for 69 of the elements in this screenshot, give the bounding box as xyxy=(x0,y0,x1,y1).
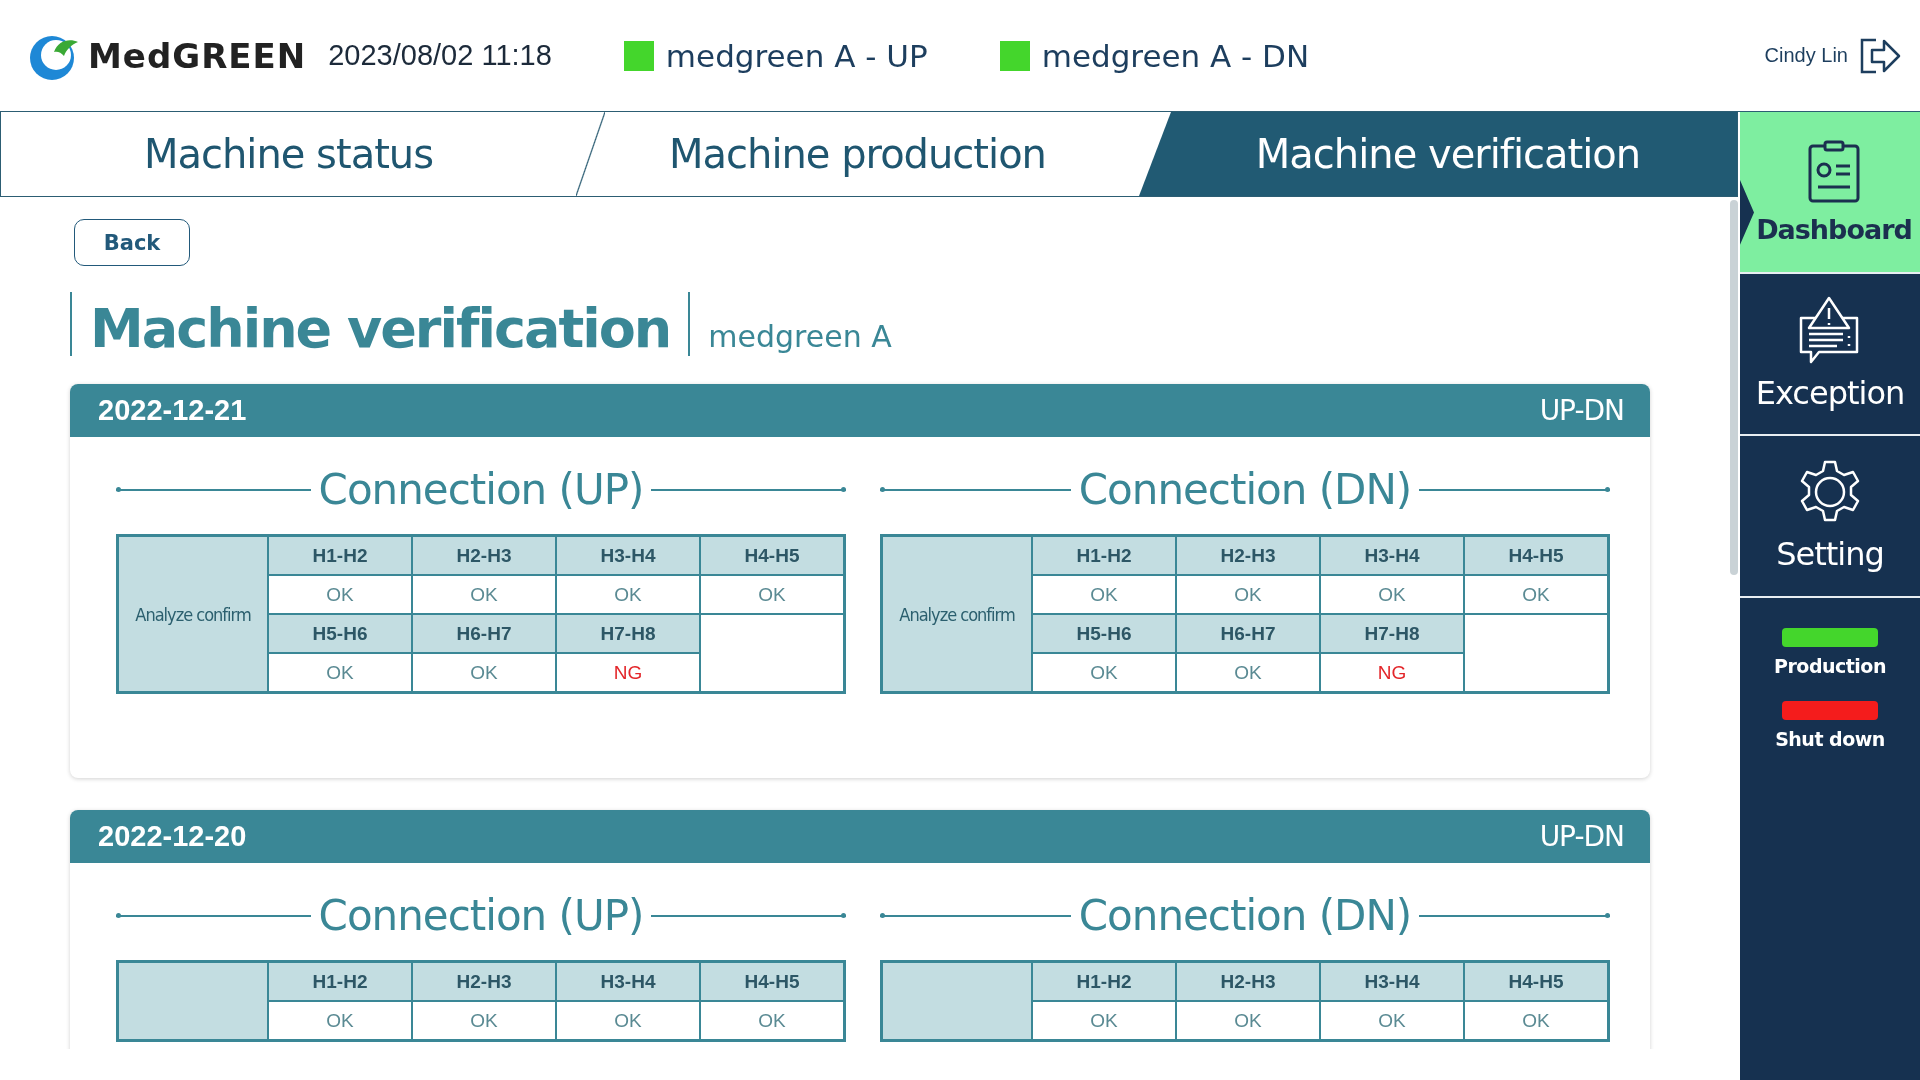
result-cell: OK xyxy=(413,1002,555,1039)
result-cell: NG xyxy=(1321,654,1463,691)
column-header: H2-H3 xyxy=(1177,963,1319,1000)
column-header: H2-H3 xyxy=(1177,537,1319,574)
column-header: H4-H5 xyxy=(701,963,843,1000)
column-header: H3-H4 xyxy=(557,963,699,1000)
card-direction: UP-DN xyxy=(1539,394,1624,427)
column-header: H1-H2 xyxy=(1033,537,1175,574)
section-title: Connection (UP) xyxy=(318,465,644,514)
result-cell: OK xyxy=(1033,1002,1175,1039)
column-header: H2-H3 xyxy=(413,537,555,574)
column-header: H4-H5 xyxy=(1465,963,1607,1000)
card-direction: UP-DN xyxy=(1539,820,1624,853)
column-header: H1-H2 xyxy=(1033,963,1175,1000)
machine-name: medgreen A - UP xyxy=(665,37,928,74)
sidebar-item[interactable]: Dashboard xyxy=(1740,112,1920,274)
result-cell: OK xyxy=(701,576,843,613)
tab[interactable]: Machine status xyxy=(1,112,576,196)
result-cell: OK xyxy=(1465,576,1607,613)
result-cell: OK xyxy=(1033,654,1175,691)
row-label: Analyze confirm xyxy=(119,537,267,691)
column-header: H3-H4 xyxy=(1321,537,1463,574)
logo-text: MedGREEN xyxy=(88,35,307,76)
result-cell: OK xyxy=(1177,576,1319,613)
column-header: H3-H4 xyxy=(1321,963,1463,1000)
page-title: Machine verification xyxy=(90,302,671,356)
card-date: 2022-12-20 xyxy=(98,820,247,853)
back-button[interactable]: Back xyxy=(74,219,190,266)
result-cell: OK xyxy=(269,654,411,691)
column-header: H7-H8 xyxy=(1321,615,1463,652)
result-cell: OK xyxy=(1033,576,1175,613)
row-label: Analyze confirm xyxy=(883,537,1031,691)
machine-name: medgreen A - DN xyxy=(1041,37,1310,74)
column-header: H1-H2 xyxy=(269,537,411,574)
result-cell: OK xyxy=(557,1002,699,1039)
date-time: 2023/08/02 11:18 xyxy=(328,39,552,72)
clipboard-icon xyxy=(1806,139,1862,204)
card-date: 2022-12-21 xyxy=(98,394,247,427)
section-title: Connection (DN) xyxy=(1078,891,1412,940)
result-cell: OK xyxy=(269,576,411,613)
legend-label: Production xyxy=(1774,655,1886,677)
result-cell: OK xyxy=(1177,654,1319,691)
column-header: H5-H6 xyxy=(269,615,411,652)
column-header: H3-H4 xyxy=(557,537,699,574)
section-title: Connection (DN) xyxy=(1078,465,1412,514)
column-header: H2-H3 xyxy=(413,963,555,1000)
column-header: H4-H5 xyxy=(701,537,843,574)
column-header: H6-H7 xyxy=(1177,615,1319,652)
result-cell: OK xyxy=(701,1002,843,1039)
result-cell: OK xyxy=(1321,1002,1463,1039)
result-cell: OK xyxy=(413,576,555,613)
result-cell: OK xyxy=(269,1002,411,1039)
tab[interactable]: Machine verification xyxy=(1139,112,1737,196)
column-header: H5-H6 xyxy=(1033,615,1175,652)
result-cell: OK xyxy=(557,576,699,613)
result-cell: OK xyxy=(1465,1002,1607,1039)
column-header: H7-H8 xyxy=(557,615,699,652)
result-cell: NG xyxy=(557,654,699,691)
column-header: H6-H7 xyxy=(413,615,555,652)
column-header: H1-H2 xyxy=(269,963,411,1000)
section-title: Connection (UP) xyxy=(318,891,644,940)
result-cell: OK xyxy=(1321,576,1463,613)
legend-label: Shut down xyxy=(1775,728,1885,750)
scrollbar[interactable] xyxy=(1730,200,1738,575)
result-cell: OK xyxy=(1177,1002,1319,1039)
machine-name: medgreen A xyxy=(708,319,892,354)
result-cell: OK xyxy=(413,654,555,691)
column-header: H4-H5 xyxy=(1465,537,1607,574)
user-name: Cindy Lin xyxy=(1764,44,1848,67)
